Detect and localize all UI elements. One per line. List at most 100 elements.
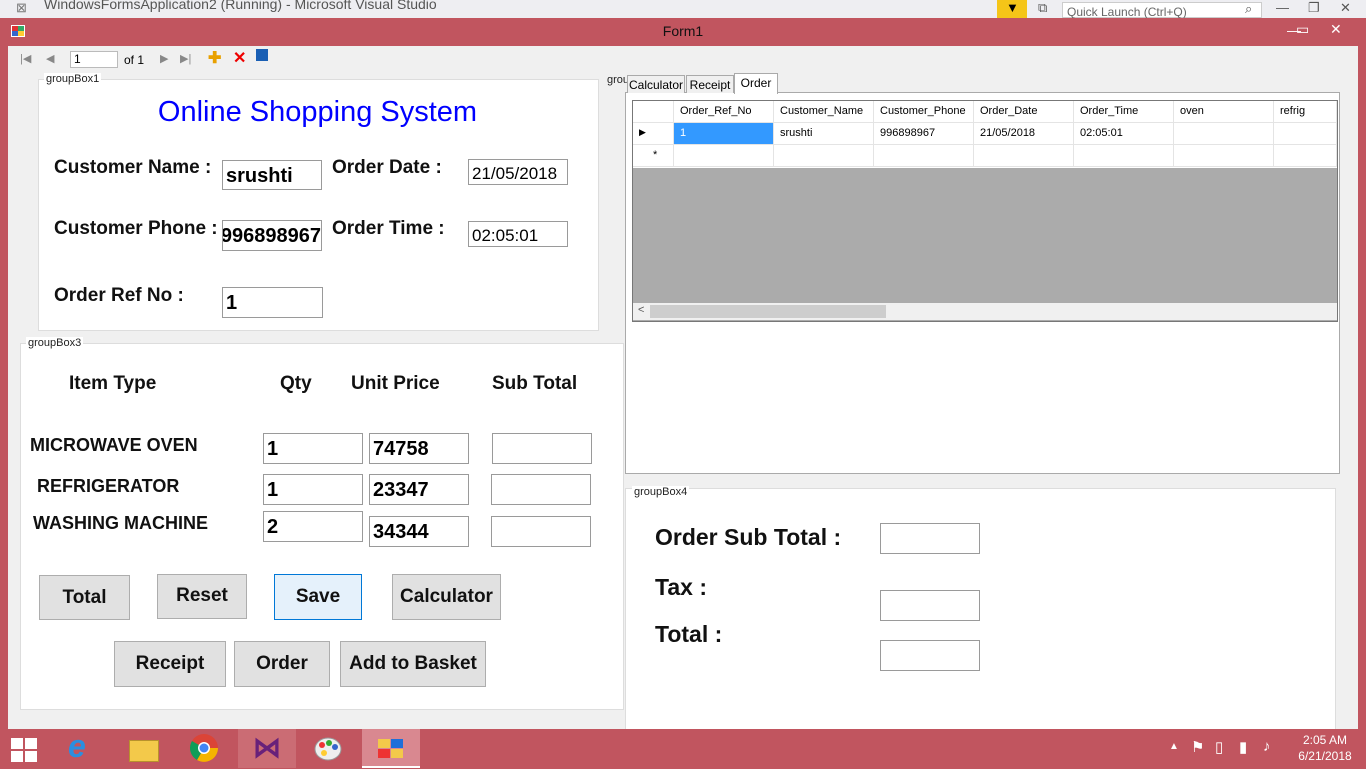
move-first-icon[interactable]: |◀ — [20, 52, 31, 65]
grid-column-header[interactable]: Order_Ref_No — [674, 101, 774, 123]
tab-receipt[interactable]: Receipt — [686, 75, 734, 93]
clock[interactable]: 2:05 AM 6/21/2018 — [1290, 733, 1360, 763]
vs-minimize-icon[interactable]: — — [1276, 0, 1289, 15]
order-sub-total-field[interactable] — [880, 523, 980, 554]
sub-total-header: Sub Total — [492, 373, 578, 394]
grid-column-header[interactable]: Customer_Name — [774, 101, 874, 123]
delete-icon[interactable]: ✕ — [233, 48, 246, 68]
grid-cell[interactable] — [1274, 123, 1337, 145]
tab-order[interactable]: Order — [734, 73, 778, 94]
feedback-icon[interactable]: ⧉ — [1038, 0, 1047, 16]
total-field[interactable] — [880, 640, 980, 671]
calculator-button[interactable]: Calculator — [392, 574, 501, 620]
network-icon[interactable]: ▮ — [1239, 738, 1247, 756]
move-previous-icon[interactable]: ◀ — [46, 52, 54, 65]
item-name-washing-machine: WASHING MACHINE — [33, 513, 208, 533]
scroll-left-icon[interactable]: < — [638, 304, 644, 316]
washing-qty-field[interactable]: 2 — [263, 511, 363, 542]
vs-close-icon[interactable]: ✕ — [1340, 0, 1351, 16]
vs-restore-icon[interactable]: ❐ — [1308, 0, 1320, 16]
grid-cell[interactable] — [1174, 123, 1274, 145]
internet-explorer-icon[interactable]: e — [64, 728, 98, 766]
save-button[interactable]: Save — [274, 574, 362, 620]
order-ref-field[interactable]: 1 — [222, 287, 323, 318]
order-button[interactable]: Order — [234, 641, 330, 687]
groupbox4-label: groupBox4 — [632, 486, 690, 498]
file-explorer-icon[interactable] — [126, 732, 160, 766]
grid-cell-new[interactable] — [1074, 145, 1174, 167]
grid-cell-new[interactable] — [674, 145, 774, 167]
volume-icon[interactable]: ♪ — [1263, 738, 1271, 755]
washing-subtotal-field[interactable] — [491, 516, 591, 547]
vs-logo-icon: ⊠ — [16, 0, 27, 15]
grid-cell-new[interactable] — [1274, 145, 1337, 167]
battery-icon[interactable]: ▯ — [1215, 738, 1223, 756]
microwave-qty-field[interactable]: 1 — [263, 433, 363, 464]
grid-column-header[interactable]: refrig — [1274, 101, 1337, 123]
total-button[interactable]: Total — [39, 575, 130, 620]
total-label: Total : — [655, 621, 723, 647]
chrome-icon[interactable] — [188, 732, 222, 766]
restore-icon[interactable]: ▭ — [1296, 21, 1309, 38]
grid-column-header[interactable]: Order_Date — [974, 101, 1074, 123]
qty-header: Qty — [280, 373, 312, 394]
grid-column-header[interactable]: oven — [1174, 101, 1274, 123]
washing-price-field[interactable]: 34344 — [369, 516, 469, 547]
receipt-button[interactable]: Receipt — [114, 641, 226, 687]
grid-cell-new[interactable] — [874, 145, 974, 167]
move-next-icon[interactable]: ▶ — [160, 52, 168, 65]
grid-corner-header[interactable] — [633, 101, 674, 123]
reset-button[interactable]: Reset — [157, 574, 247, 619]
microwave-price-field[interactable]: 74758 — [369, 433, 469, 464]
tab-calculator[interactable]: Calculator — [627, 75, 685, 93]
microwave-subtotal-field[interactable] — [492, 433, 592, 464]
visual-studio-taskbar-button[interactable]: ⋈ — [238, 729, 296, 768]
close-button[interactable]: ✕ — [1314, 18, 1360, 42]
grid-cell[interactable]: 996898967 — [874, 123, 974, 145]
grid-cell-selected[interactable]: 1 — [674, 123, 774, 145]
form-app-icon — [378, 739, 403, 758]
order-time-field[interactable]: 02:05:01 — [468, 221, 568, 247]
scrollbar-thumb[interactable] — [650, 305, 886, 318]
grid-cell[interactable]: 21/05/2018 — [974, 123, 1074, 145]
move-last-icon[interactable]: ▶| — [180, 52, 191, 65]
page-title: Online Shopping System — [157, 96, 478, 128]
grid-column-header[interactable]: Customer_Phone — [874, 101, 974, 123]
paint-icon[interactable] — [312, 732, 346, 766]
vs-window-title: WindowsFormsApplication2 (Running) - Mic… — [44, 0, 437, 12]
order-grid[interactable]: Order_Ref_No Customer_Name Customer_Phon… — [632, 100, 1338, 322]
customer-name-field[interactable]: srushti — [222, 160, 322, 190]
grid-cell[interactable]: 02:05:01 — [1074, 123, 1174, 145]
add-new-icon[interactable]: ✚ — [208, 48, 221, 68]
order-date-label: Order Date : — [332, 157, 442, 178]
start-button[interactable] — [11, 738, 39, 762]
refrigerator-qty-field[interactable]: 1 — [263, 474, 363, 505]
grid-cell-new[interactable] — [774, 145, 874, 167]
grid-cell-new[interactable] — [1174, 145, 1274, 167]
groupbox1-label: groupBox1 — [44, 73, 102, 85]
visual-studio-icon: ⋈ — [253, 732, 281, 763]
grid-column-header[interactable]: Order_Time — [1074, 101, 1174, 123]
background-vs-window: ⊠ WindowsFormsApplication2 (Running) - M… — [0, 0, 1366, 18]
refrigerator-price-field[interactable]: 23347 — [369, 474, 469, 505]
grid-cell[interactable]: srushti — [774, 123, 874, 145]
show-hidden-icons-icon[interactable]: ▲ — [1169, 741, 1179, 752]
unit-price-header: Unit Price — [351, 373, 440, 394]
filter-icon[interactable]: ▼ — [997, 0, 1027, 18]
refrigerator-subtotal-field[interactable] — [491, 474, 591, 505]
quick-launch-input[interactable]: Quick Launch (Ctrl+Q) — [1062, 2, 1262, 18]
row-header-current[interactable]: ▶ — [633, 123, 674, 145]
new-row-marker[interactable]: * — [633, 145, 674, 167]
customer-phone-field[interactable]: 9996898967 — [222, 220, 322, 251]
position-input[interactable]: 1 — [70, 51, 118, 68]
horizontal-scrollbar[interactable]: < — [633, 303, 1337, 320]
grid-cell-new[interactable] — [974, 145, 1074, 167]
add-to-basket-button[interactable]: Add to Basket — [340, 641, 486, 687]
item-type-header: Item Type — [69, 373, 157, 394]
form1-taskbar-button[interactable] — [362, 729, 420, 768]
order-date-field[interactable]: 21/05/2018 — [468, 159, 568, 185]
order-time-label: Order Time : — [332, 218, 445, 239]
save-icon[interactable] — [256, 49, 268, 61]
tax-field[interactable] — [880, 590, 980, 621]
action-center-icon[interactable]: ⚑ — [1191, 738, 1204, 756]
